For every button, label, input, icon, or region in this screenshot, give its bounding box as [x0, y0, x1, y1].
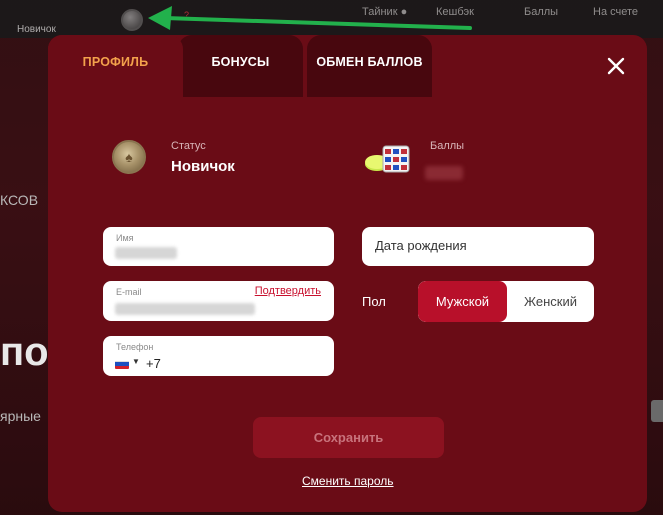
phone-field[interactable]: Телефон ▼ +7	[103, 336, 334, 376]
background-text: КСОВ	[0, 192, 39, 208]
name-value	[115, 247, 177, 259]
gender-male-option[interactable]: Мужской	[418, 281, 507, 322]
date-of-birth-placeholder: Дата рождения	[375, 238, 467, 253]
tab-bonuses[interactable]: БОНУСЫ	[178, 35, 303, 97]
background-text: ярные	[0, 408, 41, 424]
user-level-label: Новичок	[17, 24, 56, 35]
top-item-points[interactable]: Баллы	[524, 6, 558, 18]
email-field[interactable]: E-mail Подтвердить	[103, 281, 334, 321]
top-item-cashback[interactable]: Кешбэк	[436, 6, 474, 18]
status-value: Новичок	[171, 158, 235, 175]
side-tab[interactable]	[651, 400, 663, 422]
gender-label: Пол	[362, 294, 386, 309]
phone-field-label: Телефон	[116, 342, 154, 352]
tab-points-exchange[interactable]: ОБМЕН БАЛЛОВ	[307, 35, 432, 97]
user-avatar[interactable]	[121, 9, 143, 31]
date-of-birth-field[interactable]: Дата рождения	[362, 227, 594, 266]
top-item-stash[interactable]: Тайник ●	[362, 6, 407, 18]
poker-chip-icon: ♠	[112, 140, 146, 174]
name-field[interactable]: Имя	[103, 227, 334, 266]
status-label: Статус	[171, 140, 206, 152]
notification-badge: ?	[184, 10, 190, 20]
gender-toggle: Мужской Женский	[418, 281, 594, 322]
top-item-balance[interactable]: На счете	[593, 6, 638, 18]
chevron-down-icon[interactable]: ▼	[132, 357, 140, 366]
close-icon[interactable]	[606, 56, 626, 76]
phone-code: +7	[146, 356, 161, 371]
points-value	[425, 166, 463, 180]
tab-profile[interactable]: ПРОФИЛЬ	[48, 35, 183, 97]
chips-stack-icon	[363, 140, 413, 181]
email-field-label: E-mail	[116, 287, 142, 297]
change-password-link[interactable]: Сменить пароль	[302, 474, 394, 488]
russia-flag-icon[interactable]	[115, 359, 129, 369]
save-button[interactable]: Сохранить	[253, 417, 444, 458]
email-value	[115, 303, 255, 315]
verify-email-link[interactable]: Подтвердить	[255, 285, 321, 297]
gender-female-option[interactable]: Женский	[507, 281, 594, 322]
info-icon: ●	[400, 6, 408, 18]
background-heading: по	[0, 330, 49, 374]
name-field-label: Имя	[116, 233, 134, 243]
top-bar: Новичок ? Тайник ● Кешбэк Баллы На счете	[0, 0, 663, 38]
points-label: Баллы	[430, 140, 465, 152]
